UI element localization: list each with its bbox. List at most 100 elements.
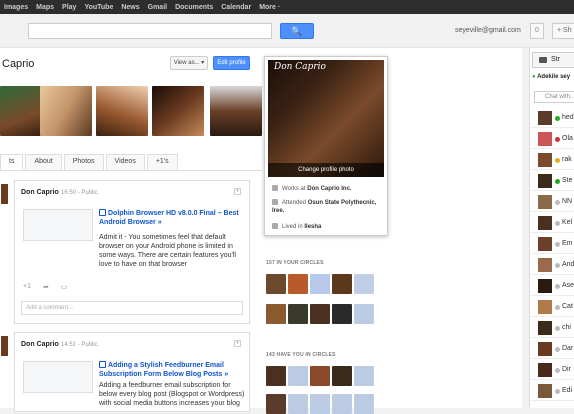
circle-avatar[interactable] [288, 304, 308, 324]
circle-avatar[interactable] [266, 366, 286, 386]
avatar[interactable] [1, 336, 8, 356]
notifications-count[interactable]: 0 [530, 23, 544, 39]
link-title[interactable]: Adding a Stylish Feedburner Email Subscr… [99, 361, 245, 379]
circle-avatar[interactable] [310, 394, 330, 414]
chat-contact-name: Ase [562, 282, 574, 289]
edit-profile-button[interactable]: Edit profile [213, 56, 250, 70]
share-button[interactable]: + Sh [552, 23, 574, 39]
chat-contact[interactable]: rak [530, 150, 574, 170]
view-as-button[interactable]: View as... ▾ [170, 56, 208, 70]
stream-button[interactable]: Str [532, 52, 574, 68]
hangout-icon[interactable]: ▭ [61, 283, 68, 291]
nav-youtube[interactable]: YouTube [84, 4, 113, 11]
post-author[interactable]: Don Caprio [21, 341, 59, 348]
chat-contact[interactable]: NN [530, 192, 574, 212]
avatar [538, 216, 552, 230]
nav-more[interactable]: More · [259, 4, 280, 11]
circle-avatar[interactable] [288, 394, 308, 414]
search-input[interactable] [28, 23, 272, 39]
circle-avatar[interactable] [332, 304, 352, 324]
change-photo-button[interactable]: Change profile photo [268, 163, 384, 177]
chat-contact[interactable]: Dar [530, 339, 574, 359]
chat-contact[interactable]: hed [530, 108, 574, 128]
post-visibility[interactable]: Public [81, 342, 97, 348]
works-at-value: Don Caprio Inc. [307, 186, 352, 192]
circle-avatar[interactable] [354, 366, 374, 386]
post-author[interactable]: Don Caprio [21, 189, 59, 196]
post-menu-icon[interactable]: ▾ [234, 188, 241, 195]
chat-contact-name: hed [562, 114, 574, 121]
circle-avatar[interactable] [288, 274, 308, 294]
post-time[interactable]: 14:51 [61, 342, 76, 348]
chat-header[interactable]: ● Adekile sey [532, 74, 570, 80]
stream-label: Str [551, 56, 560, 63]
nav-news[interactable]: News [121, 4, 139, 11]
circle-avatar[interactable] [332, 394, 352, 414]
tab-photos[interactable]: Photos [63, 154, 104, 170]
post-menu-icon[interactable]: ▾ [234, 340, 241, 347]
post-visibility[interactable]: Public [81, 190, 97, 196]
tab-plus-ones[interactable]: +1's [146, 154, 178, 170]
nav-images[interactable]: Images [4, 4, 28, 11]
chat-contact-name: chi [562, 324, 571, 331]
nav-calendar[interactable]: Calendar [221, 4, 251, 11]
chat-contact[interactable]: Em [530, 234, 574, 254]
link-title[interactable]: Dolphin Browser HD v8.0.0 Final – Best A… [99, 209, 245, 227]
circle-avatar[interactable] [332, 274, 352, 294]
nav-gmail[interactable]: Gmail [148, 4, 167, 11]
circle-avatar[interactable] [266, 274, 286, 294]
scrapbook-photo[interactable] [152, 86, 204, 136]
have-you-title[interactable]: 143 HAVE YOU IN CIRCLES [266, 352, 336, 358]
tab-videos[interactable]: Videos [105, 154, 145, 170]
search-button[interactable]: 🔍 [280, 23, 314, 39]
nav-maps[interactable]: Maps [36, 4, 54, 11]
chat-contact[interactable]: Kel [530, 213, 574, 233]
chat-contact[interactable]: Ste [530, 171, 574, 191]
chat-contact-name: Ola [562, 135, 573, 142]
circle-avatar[interactable] [354, 274, 374, 294]
chat-contact[interactable]: And [530, 255, 574, 275]
avatar [538, 384, 552, 398]
post-meta: 16:50 - Public [61, 190, 98, 196]
share-arrow-icon[interactable]: ➦ [43, 283, 49, 291]
profile-tabs: ts About Photos Videos +1's [0, 154, 180, 170]
circle-avatar[interactable] [332, 366, 352, 386]
scrapbook-photo[interactable] [210, 86, 262, 136]
post-time[interactable]: 16:50 [61, 190, 76, 196]
post-card: Don Caprio 16:50 - Public ▾ Dolphin Brow… [1, 180, 250, 324]
link-thumbnail[interactable] [23, 209, 93, 241]
account-email[interactable]: seyeville@gmail.com [455, 27, 521, 34]
chat-contact[interactable]: Cat [530, 297, 574, 317]
lived-in-line: Lived in Ilesha [272, 223, 384, 231]
tab-about[interactable]: About [25, 154, 62, 170]
circle-avatar[interactable] [354, 394, 374, 414]
comment-input[interactable]: Add a comment... [21, 301, 243, 315]
link-icon [99, 361, 106, 368]
circle-avatar[interactable] [310, 366, 330, 386]
chat-contact[interactable]: Ase [530, 276, 574, 296]
link-title-text[interactable]: Adding a Stylish Feedburner Email Subscr… [99, 362, 228, 378]
avatar[interactable] [1, 184, 8, 204]
nav-documents[interactable]: Documents [175, 4, 213, 11]
chat-contact[interactable]: chi [530, 318, 574, 338]
tab-posts[interactable]: ts [0, 154, 24, 170]
chat-search-input[interactable]: Chat with... [534, 91, 574, 103]
chat-contact[interactable]: Ola [530, 129, 574, 149]
chat-contact[interactable]: Edi [530, 381, 574, 401]
circle-avatar[interactable] [310, 304, 330, 324]
link-title-text[interactable]: Dolphin Browser HD v8.0.0 Final – Best A… [99, 210, 239, 226]
link-thumbnail[interactable] [23, 361, 93, 393]
circle-avatar[interactable] [288, 366, 308, 386]
plus-one-button[interactable]: +1 [23, 283, 31, 291]
nav-play[interactable]: Play [62, 4, 76, 11]
chat-contact[interactable]: Dir [530, 360, 574, 380]
profile-photo[interactable]: Don Caprio Change profile photo [268, 60, 384, 177]
chat-header-name: Adekile sey [537, 74, 571, 80]
in-circles-title[interactable]: 157 IN YOUR CIRCLES [266, 260, 324, 266]
scrapbook-photo[interactable] [96, 86, 148, 136]
circle-avatar[interactable] [354, 304, 374, 324]
circle-avatar[interactable] [266, 394, 286, 414]
scrapbook-photo[interactable] [40, 86, 92, 136]
circle-avatar[interactable] [310, 274, 330, 294]
circle-avatar[interactable] [266, 304, 286, 324]
